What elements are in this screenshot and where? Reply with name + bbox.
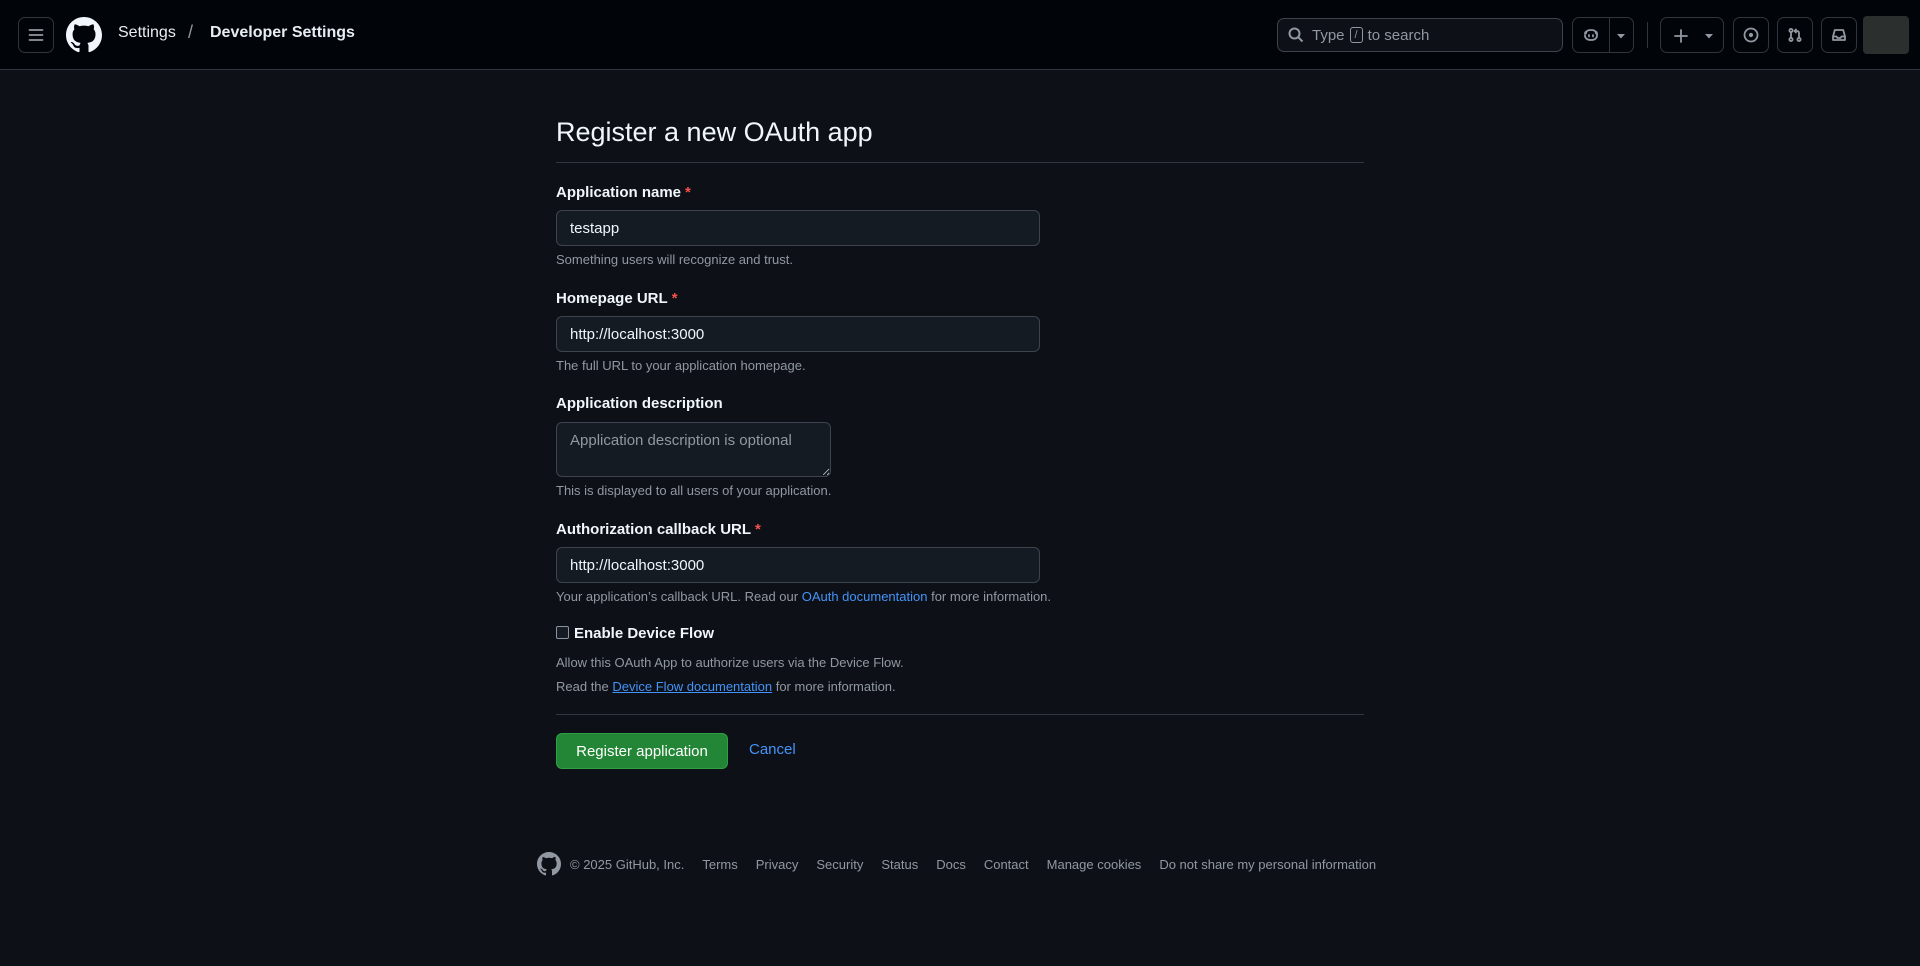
avatar[interactable] (1863, 16, 1909, 54)
enable-device-flow-label[interactable]: Enable Device Flow (574, 625, 714, 642)
top-header: Settings / Developer Settings Type / to … (0, 0, 1920, 70)
breadcrumb-settings[interactable]: Settings (118, 24, 176, 42)
footer-link-privacy[interactable]: Privacy (756, 857, 799, 872)
required-mark: * (685, 184, 691, 201)
app-name-help: Something users will recognize and trust… (556, 252, 794, 267)
github-logo[interactable] (537, 852, 561, 876)
footer-link-do-not-share[interactable]: Do not share my personal information (1159, 857, 1376, 872)
create-new-button[interactable] (1660, 17, 1724, 53)
device-flow-help: Allow this OAuth App to authorize users … (556, 655, 904, 670)
github-logo[interactable] (66, 17, 102, 53)
title-divider (556, 162, 1364, 163)
homepage-url-input[interactable] (556, 316, 1040, 352)
search-shortcut-key: / (1349, 27, 1363, 43)
breadcrumb-developer-settings[interactable]: Developer Settings (210, 24, 355, 42)
footer: © 2025 GitHub, Inc. Terms Privacy Securi… (537, 851, 1394, 877)
pull-requests-button[interactable] (1777, 17, 1813, 53)
enable-device-flow-checkbox[interactable] (556, 626, 569, 639)
inbox-icon (1832, 29, 1846, 41)
homepage-url-label: Homepage URL * (556, 290, 678, 307)
footer-link-terms[interactable]: Terms (702, 857, 737, 872)
description-help: This is displayed to all users of your a… (556, 483, 832, 498)
description-textarea[interactable] (556, 422, 831, 477)
callback-url-label: Authorization callback URL * (556, 521, 761, 538)
callback-url-help: Your application’s callback URL. Read ou… (556, 589, 1052, 604)
cancel-link[interactable]: Cancel (749, 741, 796, 758)
homepage-url-help: The full URL to your application homepag… (556, 358, 806, 373)
search-icon (1288, 27, 1304, 43)
footer-link-contact[interactable]: Contact (984, 857, 1029, 872)
chevron-down-icon (1705, 34, 1713, 39)
callback-url-input[interactable] (556, 547, 1040, 583)
footer-link-security[interactable]: Security (816, 857, 863, 872)
footer-link-docs[interactable]: Docs (936, 857, 966, 872)
search-input[interactable]: Type / to search (1277, 18, 1563, 52)
footer-link-status[interactable]: Status (881, 857, 918, 872)
register-application-button[interactable]: Register application (556, 733, 728, 769)
form-actions-divider (556, 714, 1364, 715)
issue-icon (1743, 27, 1759, 43)
device-flow-doc-note: Read the Device Flow documentation for m… (556, 679, 896, 694)
issues-button[interactable] (1733, 17, 1769, 53)
pull-request-icon (1788, 27, 1802, 42)
plus-icon (1674, 29, 1688, 43)
oauth-documentation-link[interactable]: OAuth documentation (802, 589, 928, 604)
footer-link-manage-cookies[interactable]: Manage cookies (1047, 857, 1142, 872)
copilot-divider (1609, 18, 1610, 52)
search-suffix: to search (1367, 26, 1430, 44)
app-name-label: Application name * (556, 184, 691, 201)
inbox-button[interactable] (1821, 17, 1857, 53)
description-label: Application description (556, 395, 723, 412)
copilot-icon (1584, 29, 1598, 41)
footer-copyright: © 2025 GitHub, Inc. (570, 856, 685, 872)
copilot-button[interactable] (1572, 17, 1634, 53)
breadcrumb-separator: / (188, 22, 194, 42)
chevron-down-icon[interactable] (1615, 32, 1627, 40)
required-mark: * (755, 521, 761, 538)
search-prefix: Type (1312, 26, 1345, 44)
required-mark: * (671, 290, 678, 307)
device-flow-documentation-link[interactable]: Device Flow documentation (612, 679, 772, 694)
menu-icon (28, 29, 44, 41)
app-name-input[interactable] (556, 210, 1040, 246)
page-title: Register a new OAuth app (556, 117, 873, 147)
header-divider (1647, 22, 1648, 48)
menu-button[interactable] (18, 17, 54, 53)
